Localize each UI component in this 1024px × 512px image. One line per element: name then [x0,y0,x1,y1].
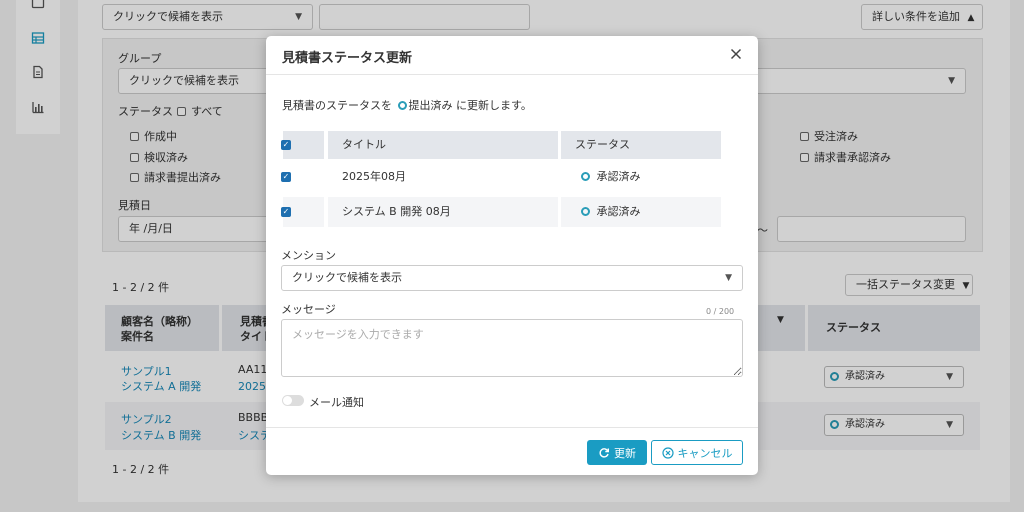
target-estimates-table: ✓ タイトル ステータス ✓ 2025年08月 承認済み ✓ システム B 開発… [281,131,724,227]
description-prefix: 見積書のステータスを [282,99,392,112]
cancel-button[interactable]: キャンセル [651,440,743,465]
status-ring-icon [581,172,590,181]
close-icon[interactable] [726,44,746,64]
modal-footer: 更新 キャンセル [266,427,758,475]
update-button[interactable]: 更新 [587,440,647,465]
table-row-title: システム B 開発 08月 [328,197,558,227]
mention-select-value: クリックで候補を表示 [292,271,402,284]
table-row-status: 承認済み [561,163,721,191]
refresh-icon [598,447,610,459]
row-checkbox-cell[interactable]: ✓ [281,163,324,191]
message-textarea[interactable] [281,319,743,377]
row-title-text: システム B 開発 08月 [342,205,451,218]
message-label: メッセージ [281,303,336,316]
table-row-status: 承認済み [561,197,721,227]
mail-notify-label: メール通知 [309,396,364,409]
select-all-cell[interactable]: ✓ [281,131,324,159]
status-ring-icon [397,101,407,110]
mail-notify-toggle[interactable] [282,395,304,406]
status-update-modal: 見積書ステータス更新 見積書のステータスを 提出済み に更新します。 ✓ タイト… [266,36,758,475]
mention-select[interactable]: クリックで候補を表示 ▼ [281,265,743,291]
column-header-status: ステータス [561,131,721,159]
description-status: 提出済み [408,99,453,112]
column-header-title-label: タイトル [342,138,386,151]
modal-header: 見積書ステータス更新 [266,36,758,75]
description-suffix: に更新します。 [456,99,532,112]
mention-label: メンション [281,249,336,262]
message-char-counter: 0 / 200 [706,307,735,316]
modal-title: 見積書ステータス更新 [282,51,413,66]
row-checkbox-cell[interactable]: ✓ [281,197,324,227]
column-header-title: タイトル [328,131,558,159]
row-status-text: 承認済み [596,205,641,218]
status-ring-icon [581,207,590,216]
chevron-down-icon: ▼ [725,273,732,283]
cancel-circle-icon [661,446,674,459]
checkbox-checked-icon[interactable]: ✓ [281,207,291,217]
cancel-button-label: キャンセル [677,446,733,460]
modal-description: 見積書のステータスを 提出済み に更新します。 [282,97,532,113]
checkbox-checked-icon[interactable]: ✓ [281,172,291,182]
update-button-label: 更新 [614,446,636,460]
column-header-status-label: ステータス [575,138,630,151]
row-title-text: 2025年08月 [342,170,406,183]
row-status-text: 承認済み [596,170,641,183]
checkbox-checked-icon[interactable]: ✓ [281,140,291,150]
table-row-title: 2025年08月 [328,163,558,191]
